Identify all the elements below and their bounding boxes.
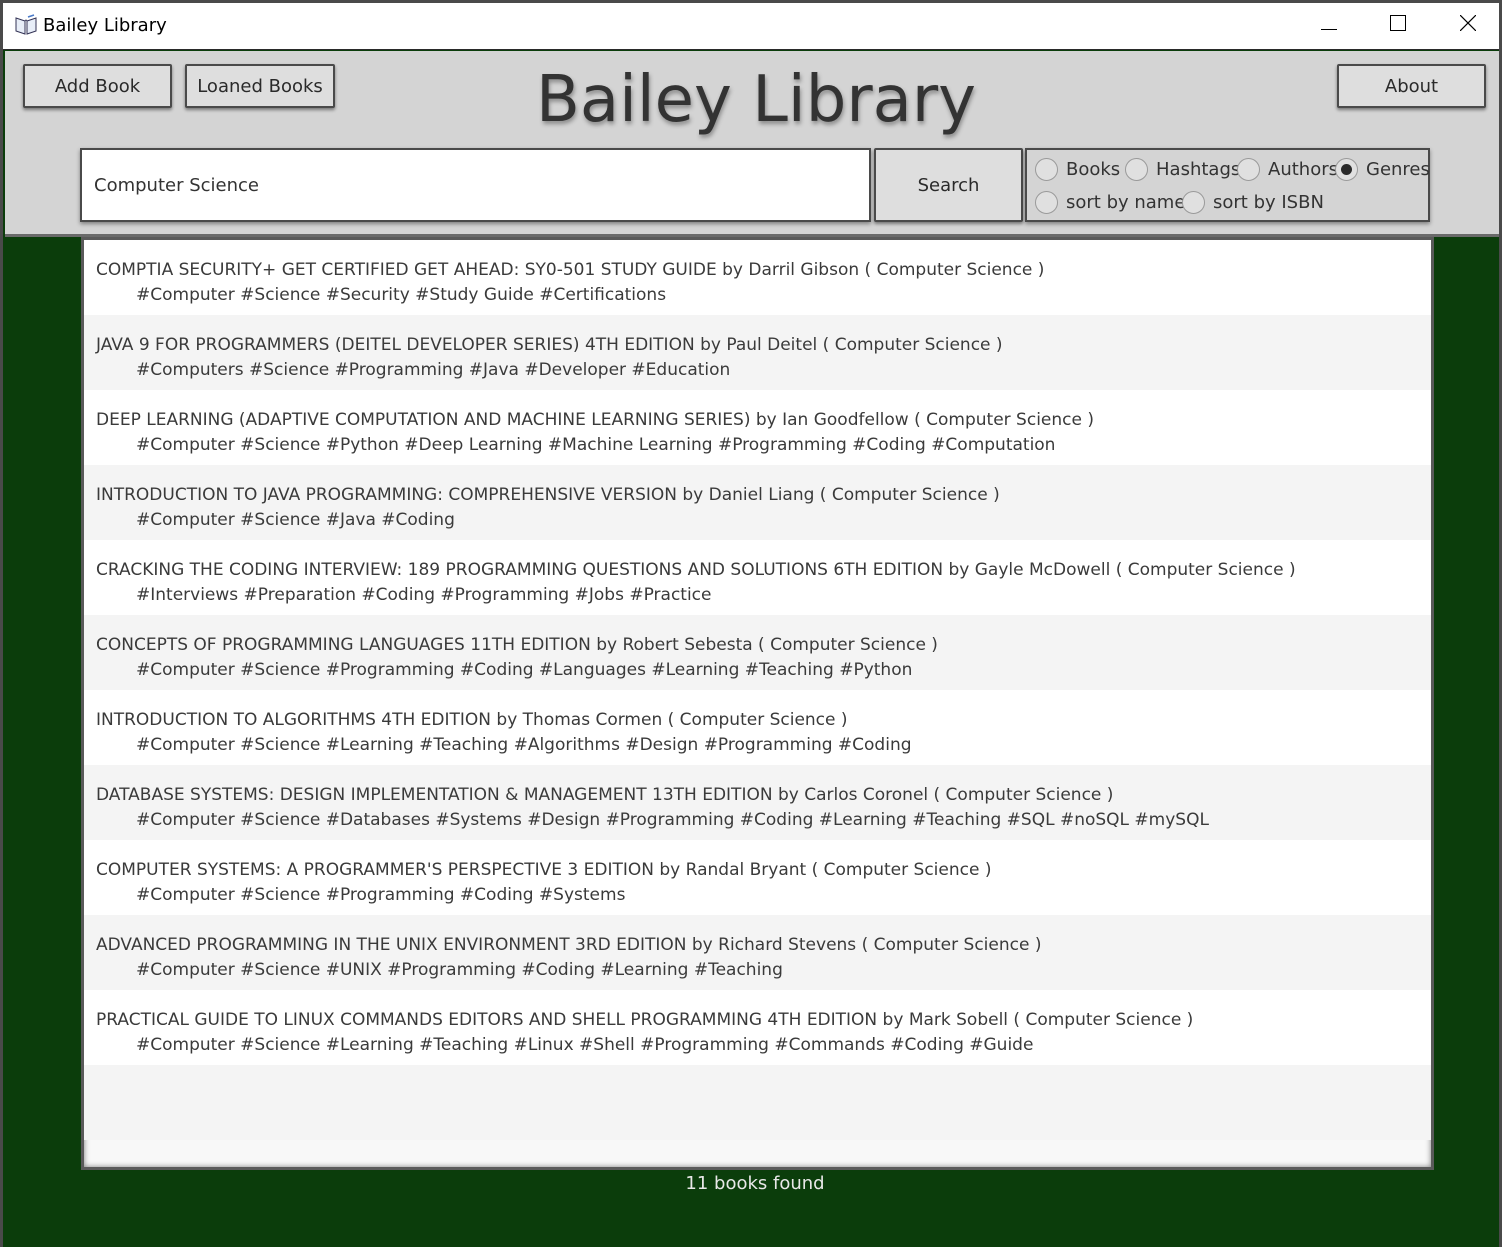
radio-genres[interactable]: Genres <box>1335 158 1430 181</box>
book-title: COMPTIA SECURITY+ GET CERTIFIED GET AHEA… <box>96 260 1045 280</box>
add-book-button[interactable]: Add Book <box>23 64 172 108</box>
book-title: DATABASE SYSTEMS: DESIGN IMPLEMENTATION … <box>96 785 1114 805</box>
book-title: COMPUTER SYSTEMS: A PROGRAMMER'S PERSPEC… <box>96 860 992 880</box>
list-item[interactable]: COMPUTER SYSTEMS: A PROGRAMMER'S PERSPEC… <box>84 840 1431 915</box>
book-title: ADVANCED PROGRAMMING IN THE UNIX ENVIRON… <box>96 935 1042 955</box>
radio-hashtags[interactable]: Hashtags <box>1125 158 1240 181</box>
radio-authors[interactable]: Authors <box>1237 158 1338 181</box>
book-hashtags: #Computer #Science #Python #Deep Learnin… <box>136 435 1056 455</box>
search-button[interactable]: Search <box>874 148 1023 222</box>
radio-sort-by-isbn-circle <box>1182 191 1205 214</box>
maximize-icon <box>1390 15 1406 35</box>
book-hashtags: #Computer #Science #Java #Coding <box>136 510 455 530</box>
book-icon <box>14 14 38 36</box>
maximize-button[interactable] <box>1363 0 1433 50</box>
radio-sort-by-name-circle <box>1035 191 1058 214</box>
radio-sort-by-name[interactable]: sort by name <box>1035 191 1185 214</box>
radio-sort-by-name-label: sort by name <box>1066 192 1186 213</box>
title-bar: Bailey Library <box>0 0 1502 50</box>
radio-books[interactable]: Books <box>1035 158 1120 181</box>
book-hashtags: #Computer #Science #Programming #Coding … <box>136 660 913 680</box>
book-hashtags: #Computer #Science #Programming #Coding … <box>136 885 626 905</box>
radio-authors-label: Authors <box>1268 159 1338 180</box>
close-button[interactable] <box>1433 0 1502 50</box>
radio-hashtags-label: Hashtags <box>1156 159 1241 180</box>
list-item[interactable]: COMPTIA SECURITY+ GET CERTIFIED GET AHEA… <box>84 240 1431 315</box>
list-item[interactable]: PRACTICAL GUIDE TO LINUX COMMANDS EDITOR… <box>84 990 1431 1065</box>
radio-sort-by-isbn-label: sort by ISBN <box>1213 192 1324 213</box>
empty-list-row <box>84 1065 1431 1140</box>
list-item[interactable]: INTRODUCTION TO ALGORITHMS 4TH EDITION b… <box>84 690 1431 765</box>
minimize-button[interactable] <box>1294 0 1364 50</box>
list-item[interactable]: ADVANCED PROGRAMMING IN THE UNIX ENVIRON… <box>84 915 1431 990</box>
radio-authors-circle <box>1237 158 1260 181</box>
book-hashtags: #Computer #Science #Learning #Teaching #… <box>136 735 912 755</box>
loaned-books-button[interactable]: Loaned Books <box>185 64 335 108</box>
header-panel: Add Book Loaned Books Bailey Library Abo… <box>5 51 1499 237</box>
radio-books-label: Books <box>1066 159 1121 180</box>
page-title: Bailey Library <box>535 63 977 137</box>
minimize-icon <box>1321 16 1337 35</box>
book-title: INTRODUCTION TO JAVA PROGRAMMING: COMPRE… <box>96 485 1000 505</box>
results-list[interactable]: COMPTIA SECURITY+ GET CERTIFIED GET AHEA… <box>81 237 1434 1170</box>
search-options: Books Hashtags Authors Genres sort by na… <box>1025 148 1430 222</box>
book-hashtags: #Computer #Science #Learning #Teaching #… <box>136 1035 1034 1055</box>
radio-sort-by-isbn[interactable]: sort by ISBN <box>1182 191 1324 214</box>
radio-hashtags-circle <box>1125 158 1148 181</box>
close-icon <box>1459 14 1477 35</box>
radio-books-circle <box>1035 158 1058 181</box>
list-item[interactable]: CONCEPTS OF PROGRAMMING LANGUAGES 11TH E… <box>84 615 1431 690</box>
about-button[interactable]: About <box>1337 64 1486 108</box>
radio-genres-circle <box>1335 158 1358 181</box>
book-hashtags: #Computer #Science #Security #Study Guid… <box>136 285 667 305</box>
book-title: DEEP LEARNING (ADAPTIVE COMPUTATION AND … <box>96 410 1094 430</box>
book-hashtags: #Interviews #Preparation #Coding #Progra… <box>136 585 712 605</box>
window-title: Bailey Library <box>43 15 167 36</box>
results-count: 11 books found <box>685 1173 825 1194</box>
book-hashtags: #Computer #Science #UNIX #Programming #C… <box>136 960 783 980</box>
book-hashtags: #Computer #Science #Databases #Systems #… <box>136 810 1209 830</box>
list-item[interactable]: DEEP LEARNING (ADAPTIVE COMPUTATION AND … <box>84 390 1431 465</box>
book-hashtags: #Computers #Science #Programming #Java #… <box>136 360 731 380</box>
book-title: JAVA 9 FOR PROGRAMMERS (DEITEL DEVELOPER… <box>96 335 1003 355</box>
book-title: CRACKING THE CODING INTERVIEW: 189 PROGR… <box>96 560 1296 580</box>
book-title: CONCEPTS OF PROGRAMMING LANGUAGES 11TH E… <box>96 635 938 655</box>
list-item[interactable]: DATABASE SYSTEMS: DESIGN IMPLEMENTATION … <box>84 765 1431 840</box>
book-title: INTRODUCTION TO ALGORITHMS 4TH EDITION b… <box>96 710 848 730</box>
search-input[interactable] <box>80 148 871 222</box>
list-item[interactable]: CRACKING THE CODING INTERVIEW: 189 PROGR… <box>84 540 1431 615</box>
list-item[interactable]: INTRODUCTION TO JAVA PROGRAMMING: COMPRE… <box>84 465 1431 540</box>
list-item[interactable]: JAVA 9 FOR PROGRAMMERS (DEITEL DEVELOPER… <box>84 315 1431 390</box>
radio-genres-label: Genres <box>1366 159 1430 180</box>
book-title: PRACTICAL GUIDE TO LINUX COMMANDS EDITOR… <box>96 1010 1194 1030</box>
